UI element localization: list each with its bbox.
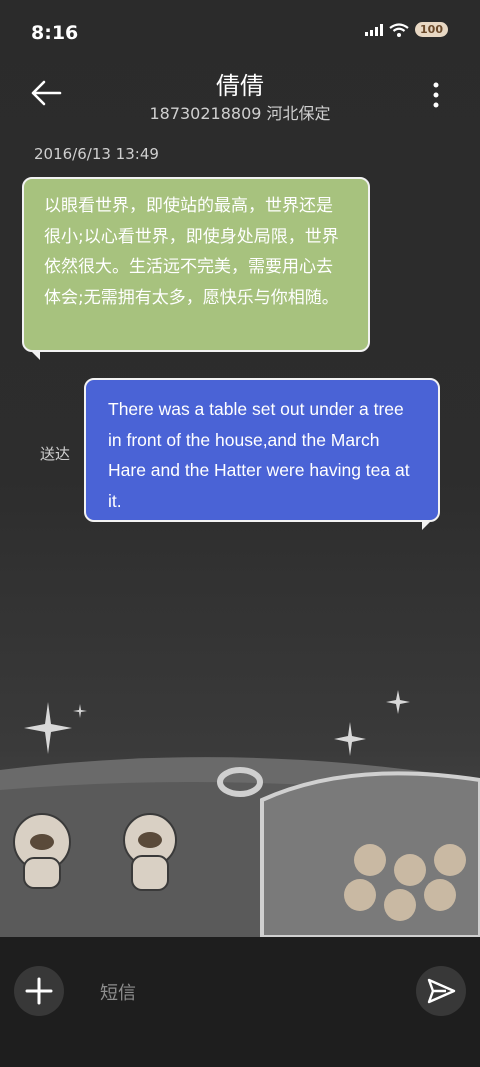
status-time: 8:16 [31, 22, 79, 44]
wallpaper-illustration [0, 690, 480, 939]
delivery-status: 送达 [40, 445, 71, 463]
contact-subtitle: 18730218809 河北保定 [149, 104, 331, 123]
outgoing-message-bubble[interactable]: There was a table set out under a tree i… [84, 378, 440, 522]
message-timestamp: 2016/6/13 13:49 [34, 145, 159, 163]
status-icons: 100 [365, 22, 448, 37]
message-composer: 短信 [0, 937, 480, 1067]
battery-icon: 100 [415, 22, 448, 37]
contact-name: 倩倩 [216, 72, 264, 100]
outgoing-bubble-tail [422, 520, 432, 530]
signal-icon [365, 23, 384, 36]
conversation-header: 倩倩 18730218809 河北保定 [0, 66, 480, 132]
plus-icon[interactable] [14, 966, 64, 1016]
incoming-message-bubble[interactable]: 以眼看世界，即使站的最高，世界还是很小;以心看世界，即使身处局限，世界依然很大。… [22, 177, 370, 352]
incoming-bubble-tail [30, 350, 40, 360]
more-vertical-icon[interactable] [432, 80, 440, 110]
status-bar: 8:16 100 [0, 0, 480, 66]
sms-input[interactable]: 短信 [100, 979, 136, 1005]
send-icon[interactable] [416, 966, 466, 1016]
wifi-icon [389, 22, 409, 37]
